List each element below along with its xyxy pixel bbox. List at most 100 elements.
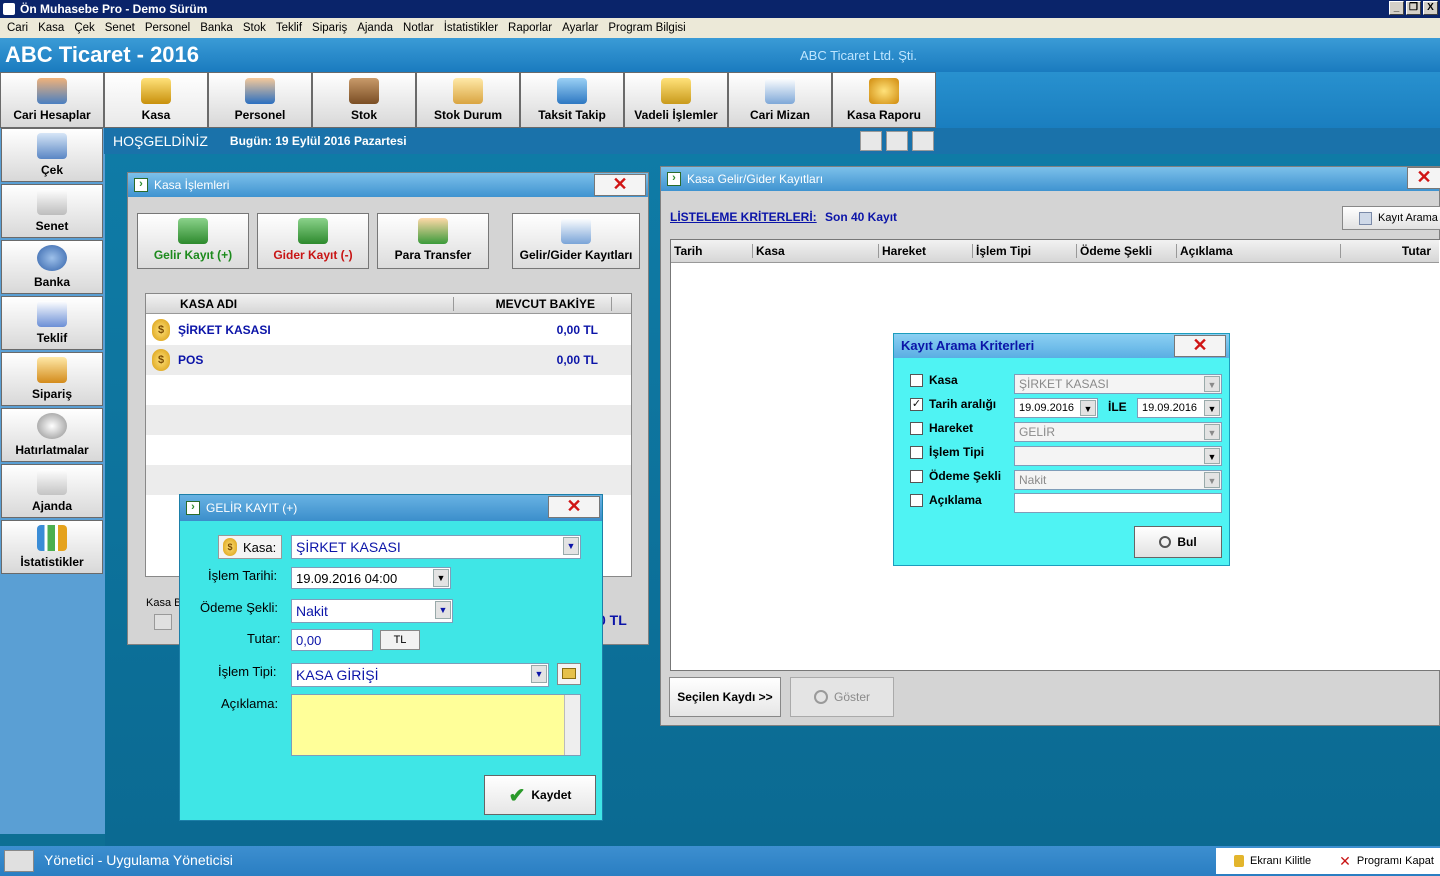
menu-raporlar[interactable]: Raporlar [503,22,557,34]
ekrani-kilitle-button[interactable]: Ekranı Kilitle [1250,855,1311,867]
para-transfer-button[interactable]: Para Transfer [377,213,489,269]
sidebar-ajanda-button[interactable]: Ajanda [1,464,103,518]
aciklama-checkbox[interactable] [910,494,923,507]
gelir-kayit-button[interactable]: Gelir Kayıt (+) [137,213,249,269]
kayit-arama-button[interactable]: Kayıt Arama [1342,206,1440,230]
kasa-footer-label: Kasa B [146,597,182,609]
maximize-button[interactable]: ❐ [1406,1,1421,15]
islem-tipi-label: İşlem Tipi: [218,664,277,679]
search-icon [1159,536,1172,548]
goster-button[interactable]: Göster [790,677,894,717]
islem-tipi-select[interactable]: KASA GİRİŞİ ▼ [291,663,549,687]
menu-senet[interactable]: Senet [100,22,140,34]
close-window-button[interactable]: X [1423,1,1438,15]
menu-notlar[interactable]: Notlar [398,22,439,34]
col-kasa[interactable]: Kasa [753,244,879,258]
islem-tipi-criteria-select[interactable]: ▼ [1014,446,1222,466]
menu-siparis[interactable]: Sipariş [307,22,352,34]
minimize-button[interactable]: _ [1389,1,1404,15]
menu-istatistikler[interactable]: İstatistikler [439,22,503,34]
menu-kasa[interactable]: Kasa [33,22,69,34]
sidebar-hatirlatmalar-button[interactable]: Hatırlatmalar [1,408,103,462]
aciklama-criteria-input[interactable] [1014,493,1222,513]
kayitlar-close-button[interactable]: ✕ [1407,167,1440,189]
sidebar-teklif-button[interactable]: Teklif [1,296,103,350]
kaydet-button[interactable]: ✔ Kaydet [484,775,596,815]
gelir-kayit-close-button[interactable]: ✕ [548,496,600,518]
add-folder-icon[interactable] [557,663,581,685]
kasa-select[interactable]: ŞİRKET KASASI ▼ [291,535,581,559]
calculator-icon[interactable] [886,131,908,151]
islem-tipi-checkbox[interactable] [910,446,923,459]
menu-banka[interactable]: Banka [195,22,238,34]
col-tutar[interactable]: Tutar [1341,244,1437,258]
keyboard-icon[interactable] [912,131,934,151]
tarih-from-picker[interactable]: 19.09.2016 ▼ [1014,398,1098,418]
gelir-kayit-titlebar: › GELİR KAYIT (+) [180,495,602,521]
currency-button[interactable]: TL [380,630,420,650]
col-kasa-adi[interactable]: KASA ADI [146,296,454,311]
odeme-sekli-criteria-select[interactable]: Nakit ▼ [1014,470,1222,490]
col-hareket[interactable]: Hareket [879,244,973,258]
programi-kapat-button[interactable]: Programı Kapat [1357,855,1434,867]
gelir-gider-kayitlari-button[interactable]: Gelir/Gider Kayıtları [512,213,640,269]
sidebar-siparis-button[interactable]: Sipariş [1,352,103,406]
scrollbar[interactable] [564,695,580,755]
menu-ajanda[interactable]: Ajanda [352,22,398,34]
aciklama-textarea[interactable] [291,694,581,756]
kasa-checkbox[interactable] [910,374,923,387]
col-mevcut-bakiye[interactable]: MEVCUT BAKİYE [454,296,612,311]
listeleme-kriterleri-link[interactable]: LİSTELEME KRİTERLERİ: [670,210,817,224]
toolbar-cari-mizan-button[interactable]: Cari Mizan [728,72,832,128]
tutar-label: Tutar: [247,631,281,646]
chevron-down-icon: ▼ [1204,448,1220,464]
col-odeme-sekli[interactable]: Ödeme Şekli [1077,244,1177,258]
col-tarih[interactable]: Tarih [671,244,753,258]
hand-money-icon [418,218,448,244]
sidebar-banka-button[interactable]: Banka [1,240,103,294]
tarih-araligi-checkbox[interactable]: ✓ [910,398,923,411]
menu-ayarlar[interactable]: Ayarlar [557,22,603,34]
order-icon [37,357,67,383]
bul-button[interactable]: Bul [1134,526,1222,558]
secilen-kaydi-button[interactable]: Seçilen Kaydı >> [669,677,781,717]
chevron-down-icon: ▼ [435,601,451,619]
toolbar-stok-durum-button[interactable]: Stok Durum [416,72,520,128]
toolbar-vadeli-islemler-button[interactable]: Vadeli İşlemler [624,72,728,128]
hareket-checkbox[interactable] [910,422,923,435]
sidebar-istatistikler-button[interactable]: İstatistikler [1,520,103,574]
menu-program-bilgisi[interactable]: Program Bilgisi [603,22,690,34]
hareket-select[interactable]: GELİR ▼ [1014,422,1222,442]
toolbar-kasa-raporu-button[interactable]: Kasa Raporu [832,72,936,128]
menu-personel[interactable]: Personel [140,22,195,34]
chevron-down-icon: ▼ [563,537,579,555]
sidebar-senet-button[interactable]: Senet [1,184,103,238]
odeme-sekli-select[interactable]: Nakit ▼ [291,599,453,623]
notes-icon[interactable] [860,131,882,151]
menu-cari[interactable]: Cari [2,22,33,34]
tarih-to-picker[interactable]: 19.09.2016 ▼ [1137,398,1222,418]
col-aciklama[interactable]: Açıklama [1177,244,1341,258]
menu-stok[interactable]: Stok [238,22,271,34]
islem-tarihi-picker[interactable]: 19.09.2016 04:00 ▼ [291,567,451,589]
toolbar-kasa-button[interactable]: Kasa [104,72,208,128]
islem-tipi-criteria-label: İşlem Tipi [929,445,985,459]
col-islem-tipi[interactable]: İşlem Tipi [973,244,1077,258]
table-row[interactable]: $ ŞİRKET KASASI 0,00 TL [146,315,631,345]
toolbar-stok-button[interactable]: Stok [312,72,416,128]
toolbar-taksit-takip-button[interactable]: Taksit Takip [520,72,624,128]
sidebar-cek-button[interactable]: Çek [1,128,103,182]
tutar-input[interactable]: 0,00 [291,629,373,651]
kayit-arama-close-button[interactable]: ✕ [1174,335,1226,357]
menu-cek[interactable]: Çek [69,22,99,34]
gider-kayit-button[interactable]: Gider Kayıt (-) [257,213,369,269]
odeme-sekli-criteria-label: Ödeme Şekli [929,469,1002,483]
table-row[interactable]: $ POS 0,00 TL [146,345,631,375]
kasa-criteria-select[interactable]: ŞİRKET KASASI ▼ [1014,374,1222,394]
odeme-sekli-checkbox[interactable] [910,470,923,483]
printer-icon[interactable] [154,614,172,630]
toolbar-personel-button[interactable]: Personel [208,72,312,128]
menu-teklif[interactable]: Teklif [271,22,307,34]
toolbar-cari-hesaplar-button[interactable]: Cari Hesaplar [0,72,104,128]
kasa-islemleri-close-button[interactable]: ✕ [594,174,646,196]
